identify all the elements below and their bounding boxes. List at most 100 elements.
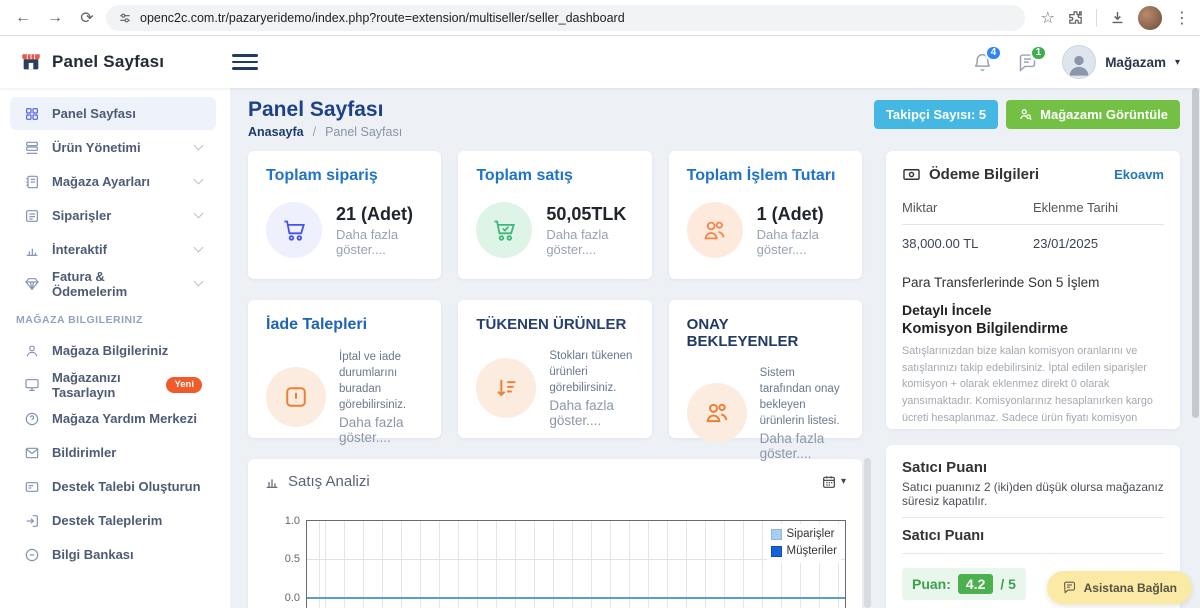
stat-title: Toplam sipariş [266, 167, 423, 185]
assistant-label: Asistana Bağlan [1084, 581, 1177, 595]
follower-count-button[interactable]: Takipçi Sayısı: 5 [874, 100, 998, 129]
user-search-icon [1018, 107, 1033, 122]
info-card-pending-approval: ONAY BEKLEYENLER Sistem tarafından onay … [669, 300, 862, 438]
notifications-button[interactable]: 4 [972, 52, 993, 73]
stat-card-total-transactions: Toplam İşlem Tutarı 1 (Adet) Daha fazla … [669, 151, 862, 279]
screen: ← → ⟳ openc2c.com.tr/pazaryeridemo/index… [0, 0, 1200, 608]
question-circle-icon [24, 411, 40, 427]
back-icon[interactable]: ← [10, 5, 36, 31]
payment-table: Miktar Eklenme Tarihi 38,000.00 TL 23/01… [902, 200, 1164, 257]
notebook-icon [24, 174, 40, 190]
show-more-link[interactable]: Daha fazla göster.... [760, 431, 844, 461]
sidebar-item-label: Ürün Yönetimi [52, 140, 141, 155]
show-more-link[interactable]: Daha fazla göster.... [757, 227, 844, 257]
chevron-down-icon [194, 277, 204, 287]
show-more-link[interactable]: Daha fazla göster.... [339, 415, 423, 445]
browser-profile-avatar[interactable] [1138, 6, 1162, 30]
message-count-badge: 1 [1030, 45, 1048, 61]
sidebar-item-label: Fatura & Ödemelerim [52, 269, 183, 299]
new-badge: Yeni [166, 377, 202, 393]
detail-link[interactable]: Detaylı İncele [902, 302, 1164, 318]
show-more-link[interactable]: Daha fazla göster.... [549, 398, 633, 428]
account-menu[interactable]: Mağazam ▾ [1062, 45, 1180, 79]
app-title: Panel Sayfası [52, 52, 164, 72]
forward-icon[interactable]: → [42, 5, 68, 31]
sidebar-item-help-center[interactable]: Mağaza Yardım Merkezi [10, 402, 216, 435]
download-icon[interactable] [1109, 9, 1126, 26]
gem-icon [24, 276, 40, 292]
breadcrumb-home[interactable]: Anasayfa [248, 125, 304, 139]
calendar-icon [821, 474, 837, 490]
sidebar-item-label: İnteraktif [52, 242, 107, 257]
scrollbar-thumb[interactable] [1192, 88, 1199, 418]
content-scrollbar-thumb[interactable] [864, 458, 871, 608]
chevron-down-icon [194, 209, 204, 219]
sidebar-item-store-settings[interactable]: Mağaza Ayarları [10, 165, 216, 198]
user-avatar [1062, 45, 1096, 79]
show-more-link[interactable]: Daha fazla göster.... [336, 227, 423, 257]
column-header-date: Eklenme Tarihi [1033, 200, 1164, 225]
browser-scrollbar[interactable] [1191, 36, 1200, 608]
page-title: Panel Sayfası [248, 98, 402, 122]
sidebar: Panel Sayfası Ürün Yönetimi Mağaza Ayarl… [0, 88, 230, 608]
sidebar-item-notifications[interactable]: Bildirimler [10, 436, 216, 469]
show-more-link[interactable]: Daha fazla göster.... [546, 227, 633, 257]
messages-button[interactable]: 1 [1017, 52, 1038, 73]
info-desc: Stokları tükenen ürünleri görebilirsiniz… [549, 348, 633, 396]
sidebar-toggle-icon[interactable] [232, 54, 258, 70]
browser-menu-icon[interactable]: ⋮ [1174, 8, 1190, 28]
sidebar-item-orders[interactable]: Siparişler [10, 199, 216, 232]
stat-card-total-orders: Toplam sipariş 21 (Adet) Daha fazla göst… [248, 151, 441, 279]
sidebar-section-label: MAĞAZA BILGILERINIZ [16, 314, 214, 326]
chevron-down-icon [194, 243, 204, 253]
sidebar-item-invoices-payments[interactable]: Fatura & Ödemelerim [10, 267, 216, 300]
transfers-title: Para Transferlerinde Son 5 İşlem [902, 275, 1164, 290]
stat-card-total-sales: Toplam satış 50,05TLK Daha fazla göster.… [458, 151, 651, 279]
score-max: / 5 [1000, 576, 1016, 592]
legend-label: Siparişler [787, 526, 835, 543]
stat-value: 50,05TLK [546, 204, 633, 225]
toolbar-divider [1096, 9, 1097, 27]
view-store-button[interactable]: Mağazamı Görüntüle [1006, 100, 1180, 129]
payment-info-panel: Ödeme Bilgileri Ekoavm Miktar Eklenme Ta… [886, 151, 1180, 429]
extensions-icon[interactable] [1067, 9, 1084, 26]
payment-title: Ödeme Bilgileri [929, 166, 1039, 183]
sidebar-item-label: Mağazanızı Tasarlayın [52, 370, 148, 400]
reload-icon[interactable]: ⟳ [74, 5, 100, 31]
info-card-returns: İade Talepleri İptal ve iade durumlarını… [248, 300, 441, 438]
commission-title: Komisyon Bilgilendirme [902, 321, 1164, 337]
sidebar-item-label: Mağaza Ayarları [52, 174, 150, 189]
sidebar-item-create-ticket[interactable]: Destek Talebi Oluşturun [10, 470, 216, 503]
table-row: 38,000.00 TL 23/01/2025 [902, 225, 1164, 257]
sidebar-item-store-info[interactable]: Mağaza Bilgileriniz [10, 334, 216, 367]
store-name-link[interactable]: Ekoavm [1114, 167, 1164, 182]
info-title: İade Talepleri [266, 316, 423, 334]
stat-value: 1 (Adet) [757, 204, 844, 225]
stat-title: Toplam satış [476, 167, 633, 185]
brand[interactable]: Panel Sayfası [20, 51, 232, 73]
box-arrow-in-icon [24, 513, 40, 529]
envelope-icon [24, 445, 40, 461]
bookmark-star-icon[interactable]: ☆ [1041, 8, 1055, 28]
address-bar[interactable]: openc2c.com.tr/pazaryeridemo/index.php?r… [106, 5, 1025, 31]
notification-count-badge: 4 [985, 45, 1003, 61]
chevron-down-icon [194, 175, 204, 185]
banknote-icon [902, 165, 921, 184]
sidebar-item-interactive[interactable]: İnteraktif [10, 233, 216, 266]
chart-title: Satış Analizi [288, 473, 370, 490]
breadcrumb-separator: / [313, 125, 316, 139]
sales-analysis-panel: Satış Analizi ▾ 1.0 0.5 0.0 [248, 459, 862, 608]
sidebar-item-knowledge-base[interactable]: Bilgi Bankası [10, 538, 216, 571]
chart-date-range-button[interactable]: ▾ [821, 474, 846, 490]
users-icon [687, 383, 747, 443]
sidebar-item-my-tickets[interactable]: Destek Taleplerim [10, 504, 216, 537]
chevron-down-icon [194, 141, 204, 151]
connect-assistant-button[interactable]: Asistana Bağlan [1047, 571, 1192, 604]
sidebar-item-dashboard[interactable]: Panel Sayfası [10, 97, 216, 130]
url-text: openc2c.com.tr/pazaryeridemo/index.php?r… [140, 11, 625, 25]
sidebar-item-product-management[interactable]: Ürün Yönetimi [10, 131, 216, 164]
site-settings-icon[interactable] [118, 11, 132, 25]
sidebar-item-design-store[interactable]: Mağazanızı Tasarlayın Yeni [10, 368, 216, 401]
breadcrumb-current: Panel Sayfası [325, 125, 402, 139]
gridline [307, 559, 845, 560]
